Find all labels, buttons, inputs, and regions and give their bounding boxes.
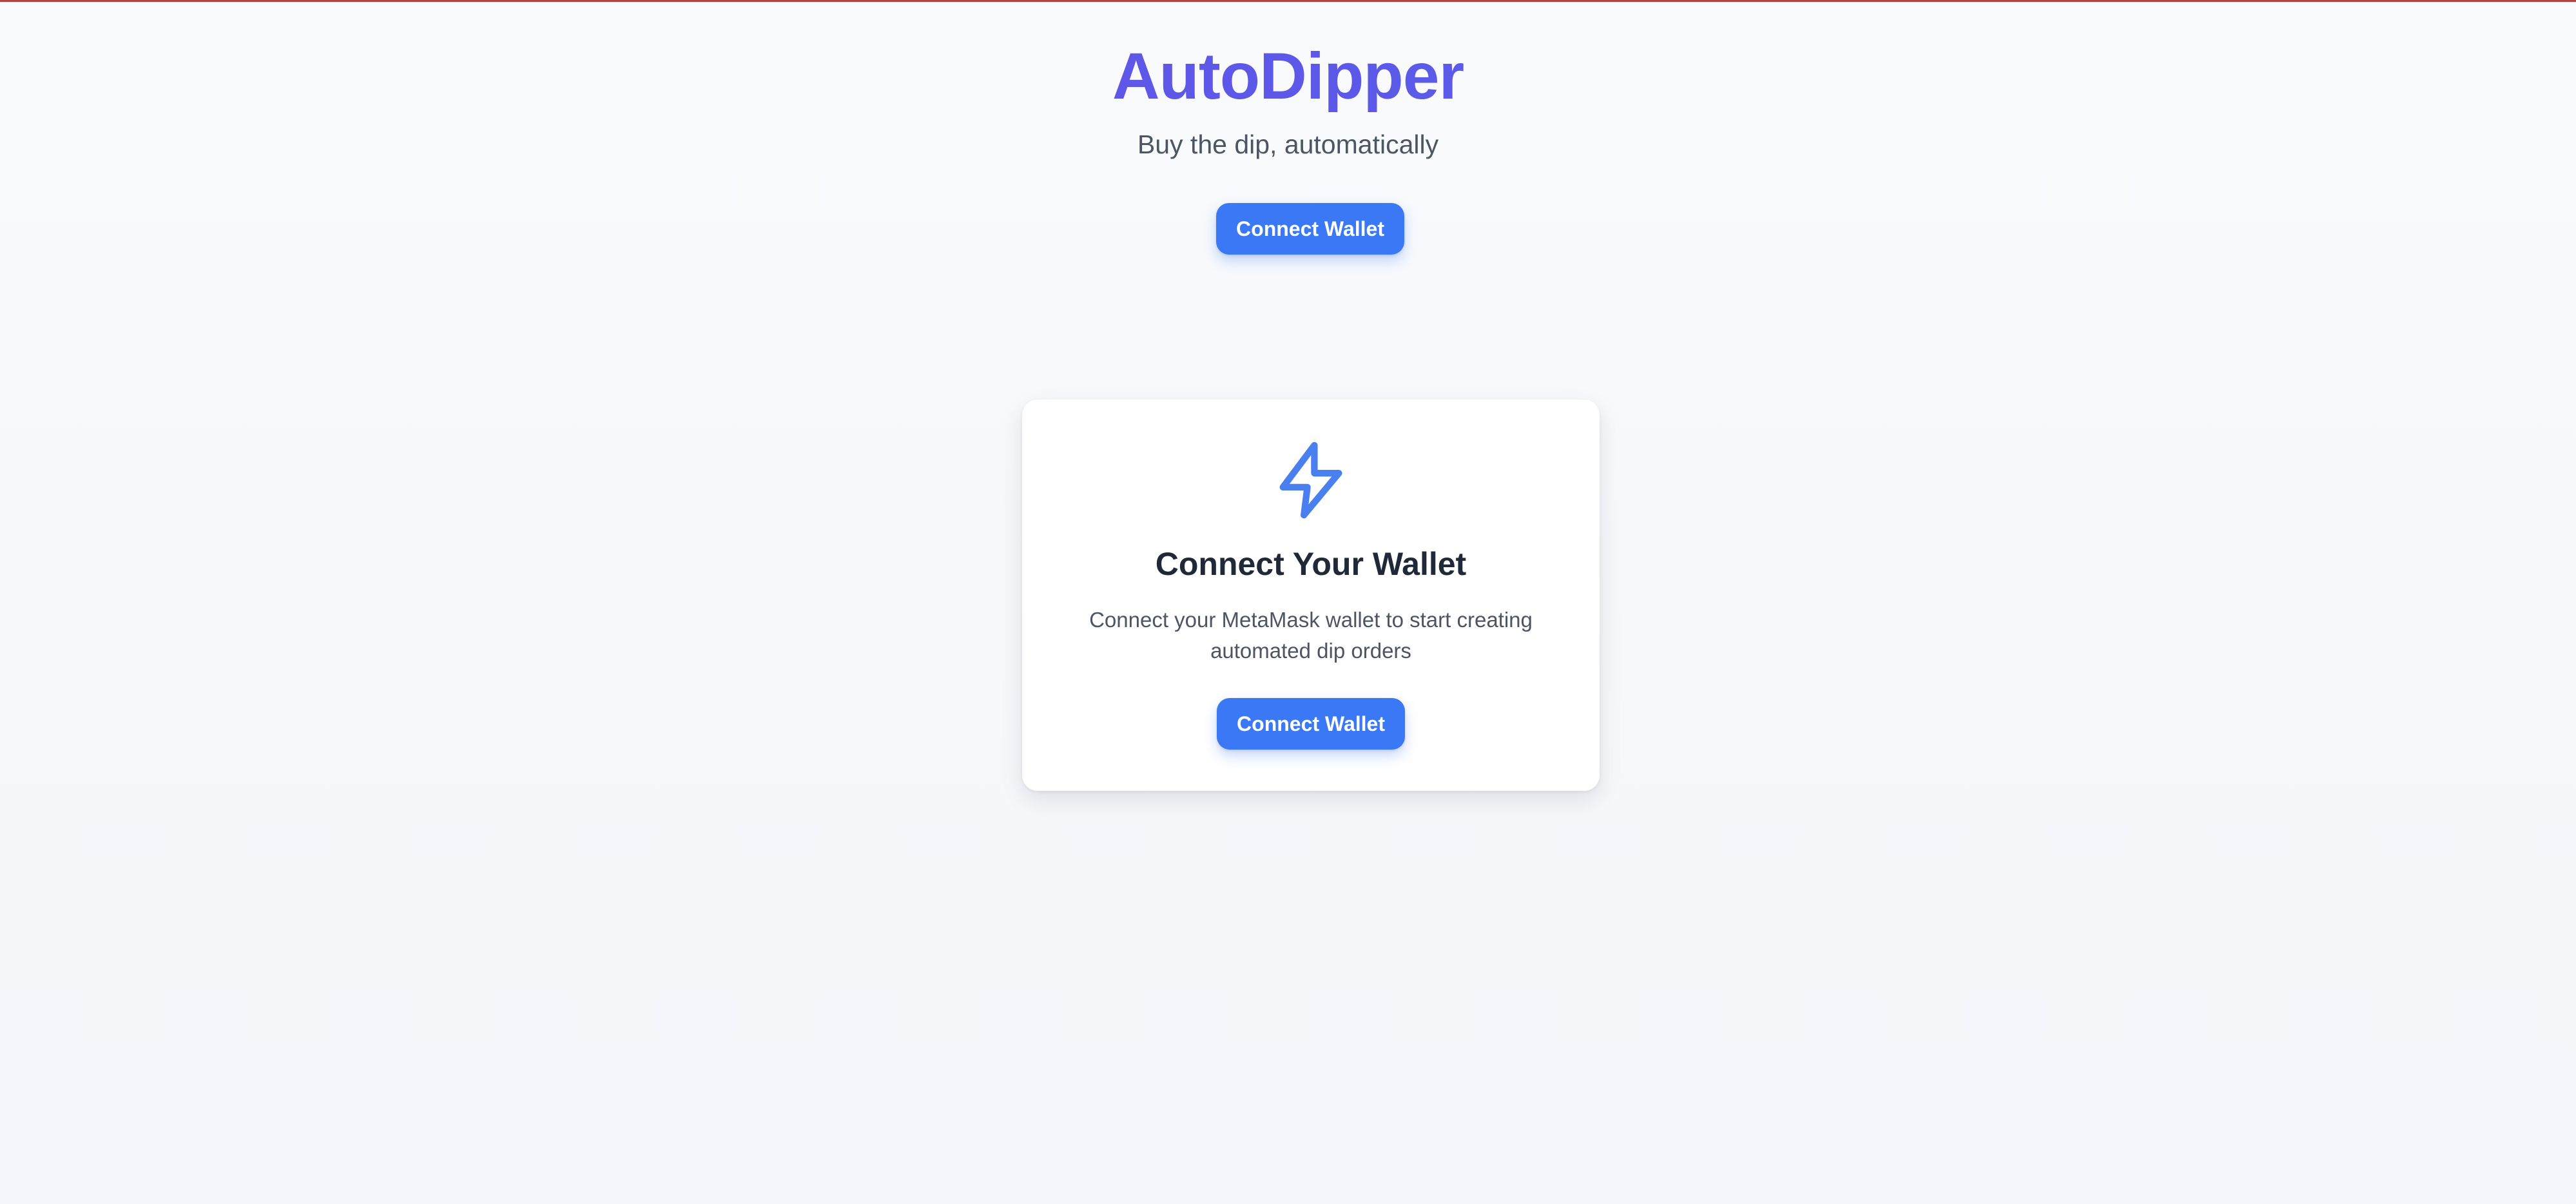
card-connect-wallet-button[interactable]: Connect Wallet [1217, 698, 1405, 750]
card-title: Connect Your Wallet [1155, 546, 1467, 582]
lightning-bolt-icon [1279, 442, 1342, 519]
app-tagline: Buy the dip, automatically [1137, 130, 1439, 159]
app-title: AutoDipper [0, 37, 2576, 115]
card-description: Connect your MetaMask wallet to start cr… [1089, 608, 1533, 663]
top-accent-line [0, 0, 2576, 2]
connect-wallet-card: Connect Your Wallet Connect your MetaMas… [1022, 400, 1600, 791]
header-connect-wallet-button[interactable]: Connect Wallet [1216, 203, 1404, 255]
